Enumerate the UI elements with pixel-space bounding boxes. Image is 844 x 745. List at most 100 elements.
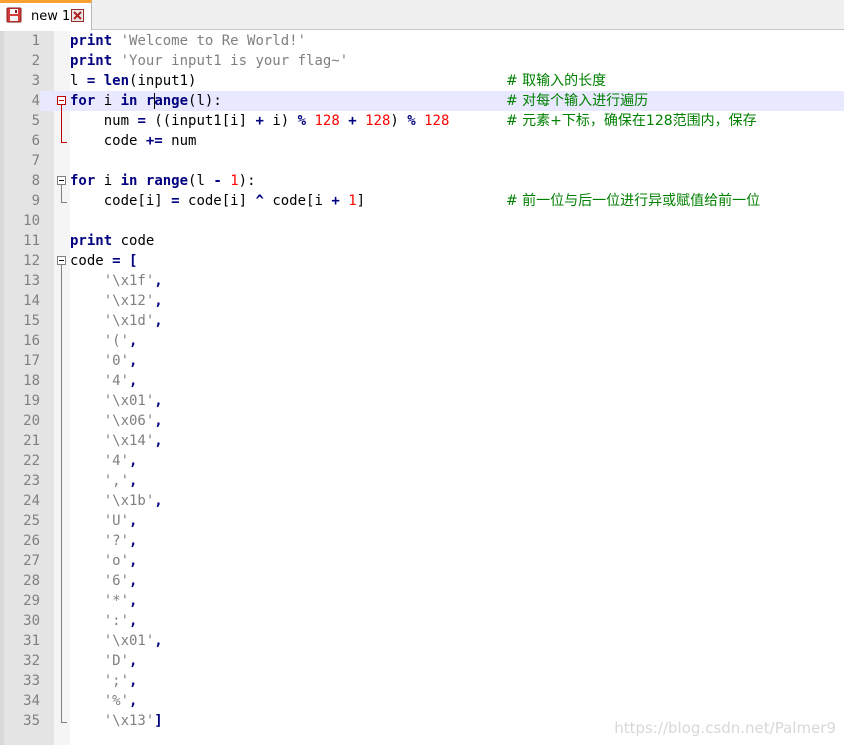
- line-number: 18: [4, 371, 40, 391]
- code-token: ]: [154, 713, 163, 729]
- code-token: 'Your input1 is your flag~': [120, 53, 349, 69]
- code-token: len: [103, 73, 130, 89]
- code-line[interactable]: 14 '\x12',: [4, 291, 844, 311]
- line-number: 29: [4, 591, 40, 611]
- code-token: '(': [103, 333, 130, 349]
- code-line[interactable]: 26 '?',: [4, 531, 844, 551]
- code-token: ((input1[i]: [145, 113, 256, 129]
- line-number: 21: [4, 431, 40, 451]
- code-line[interactable]: 31 '\x01',: [4, 631, 844, 651]
- code-text: '\x06',: [70, 411, 163, 431]
- code-line[interactable]: 18 '4',: [4, 371, 844, 391]
- code-line[interactable]: 6 code += num: [4, 131, 844, 151]
- code-token: in: [120, 173, 138, 189]
- code-comment: # 元素+下标，确保在128范围内，保存: [506, 113, 757, 129]
- code-line[interactable]: 32 'D',: [4, 651, 844, 671]
- code-token: ,: [154, 273, 163, 289]
- code-line[interactable]: 8 for i in range(l - 1):: [4, 171, 844, 191]
- code-line[interactable]: 28 '6',: [4, 571, 844, 591]
- code-line[interactable]: 22 '4',: [4, 451, 844, 471]
- line-number: 7: [4, 151, 40, 171]
- tab-bar: new 1: [0, 0, 844, 30]
- code-line[interactable]: 25 'U',: [4, 511, 844, 531]
- code-token: ';': [103, 673, 130, 689]
- code-token: code: [70, 253, 113, 269]
- code-line[interactable]: 30 ':',: [4, 611, 844, 631]
- code-comment: # 前一位与后一位进行异或赋值给前一位: [506, 193, 761, 209]
- code-comment: # 对每个输入进行遍历: [506, 93, 649, 109]
- code-token: 1: [230, 173, 239, 189]
- fold-line: [61, 105, 62, 142]
- code-token: ,: [129, 653, 138, 669]
- code-text: for i in range(l - 1):: [70, 171, 256, 191]
- code-line[interactable]: 34 '%',: [4, 691, 844, 711]
- code-line[interactable]: 2 print 'Your input1 is your flag~': [4, 51, 844, 71]
- code-line[interactable]: 19 '\x01',: [4, 391, 844, 411]
- code-line[interactable]: 9 code[i] = code[i] ^ code[i + 1] # 前一位与后…: [4, 191, 844, 211]
- fold-toggle-for-loop-2[interactable]: [57, 176, 66, 185]
- code-token: ,: [154, 313, 163, 329]
- code-editor[interactable]: 1 print 'Welcome to Re World!' 2 print 'You…: [0, 31, 844, 745]
- code-line[interactable]: 24 '\x1b',: [4, 491, 844, 511]
- close-icon[interactable]: [71, 9, 84, 22]
- code-line[interactable]: 29 '*',: [4, 591, 844, 611]
- code-token: '\x1f': [103, 273, 155, 289]
- tab-new-1[interactable]: new 1: [0, 0, 92, 30]
- code-text: '*',: [70, 591, 138, 611]
- code-line[interactable]: 15 '\x1d',: [4, 311, 844, 331]
- code-line[interactable]: 17 '0',: [4, 351, 844, 371]
- fold-toggle-code-list[interactable]: [57, 256, 66, 265]
- code-token: ,: [129, 573, 138, 589]
- code-text: 'D',: [70, 651, 138, 671]
- code-token: 'o': [103, 553, 130, 569]
- code-line[interactable]: 33 ';',: [4, 671, 844, 691]
- text-caret: [154, 93, 155, 109]
- code-line[interactable]: 13 '\x1f',: [4, 271, 844, 291]
- code-token: (l: [188, 173, 214, 189]
- line-number: 16: [4, 331, 40, 351]
- code-token: 'D': [103, 653, 130, 669]
- code-line[interactable]: 27 'o',: [4, 551, 844, 571]
- code-line[interactable]: 23 ',',: [4, 471, 844, 491]
- code-token: ,: [154, 293, 163, 309]
- code-token: %: [297, 113, 307, 129]
- code-line[interactable]: 20 '\x06',: [4, 411, 844, 431]
- code-token: ',': [103, 473, 130, 489]
- code-token: 128: [424, 113, 450, 129]
- code-line[interactable]: 10: [4, 211, 844, 231]
- code-token: '\x13': [103, 713, 155, 729]
- code-text: code[i] = code[i] ^ code[i + 1]: [70, 191, 365, 211]
- code-line[interactable]: 12 code = [: [4, 251, 844, 271]
- fold-toggle-for-loop-1[interactable]: [57, 96, 66, 105]
- code-token: l: [70, 73, 87, 89]
- code-line[interactable]: 16 '(',: [4, 331, 844, 351]
- code-line[interactable]: 4 for i in range(l): # 对每个输入进行遍历: [4, 91, 844, 111]
- code-token: ,: [129, 353, 138, 369]
- code-token: i): [263, 113, 298, 129]
- code-line[interactable]: 1 print 'Welcome to Re World!': [4, 31, 844, 51]
- code-token: %: [407, 113, 416, 129]
- code-token: ,: [129, 673, 138, 689]
- code-token: '?': [103, 533, 130, 549]
- code-line[interactable]: 21 '\x14',: [4, 431, 844, 451]
- code-token: ]: [356, 193, 366, 209]
- code-line[interactable]: 5 num = ((input1[i] + i) % 128 + 128) % …: [4, 111, 844, 131]
- code-token: '4': [103, 453, 130, 469]
- line-number: 13: [4, 271, 40, 291]
- code-token: 'Welcome to Re World!': [120, 33, 307, 49]
- line-number: 4: [4, 91, 40, 111]
- code-line[interactable]: 7: [4, 151, 844, 171]
- code-line[interactable]: 11 print code: [4, 231, 844, 251]
- code-line[interactable]: 3 l = len(input1) # 取输入的长度: [4, 71, 844, 91]
